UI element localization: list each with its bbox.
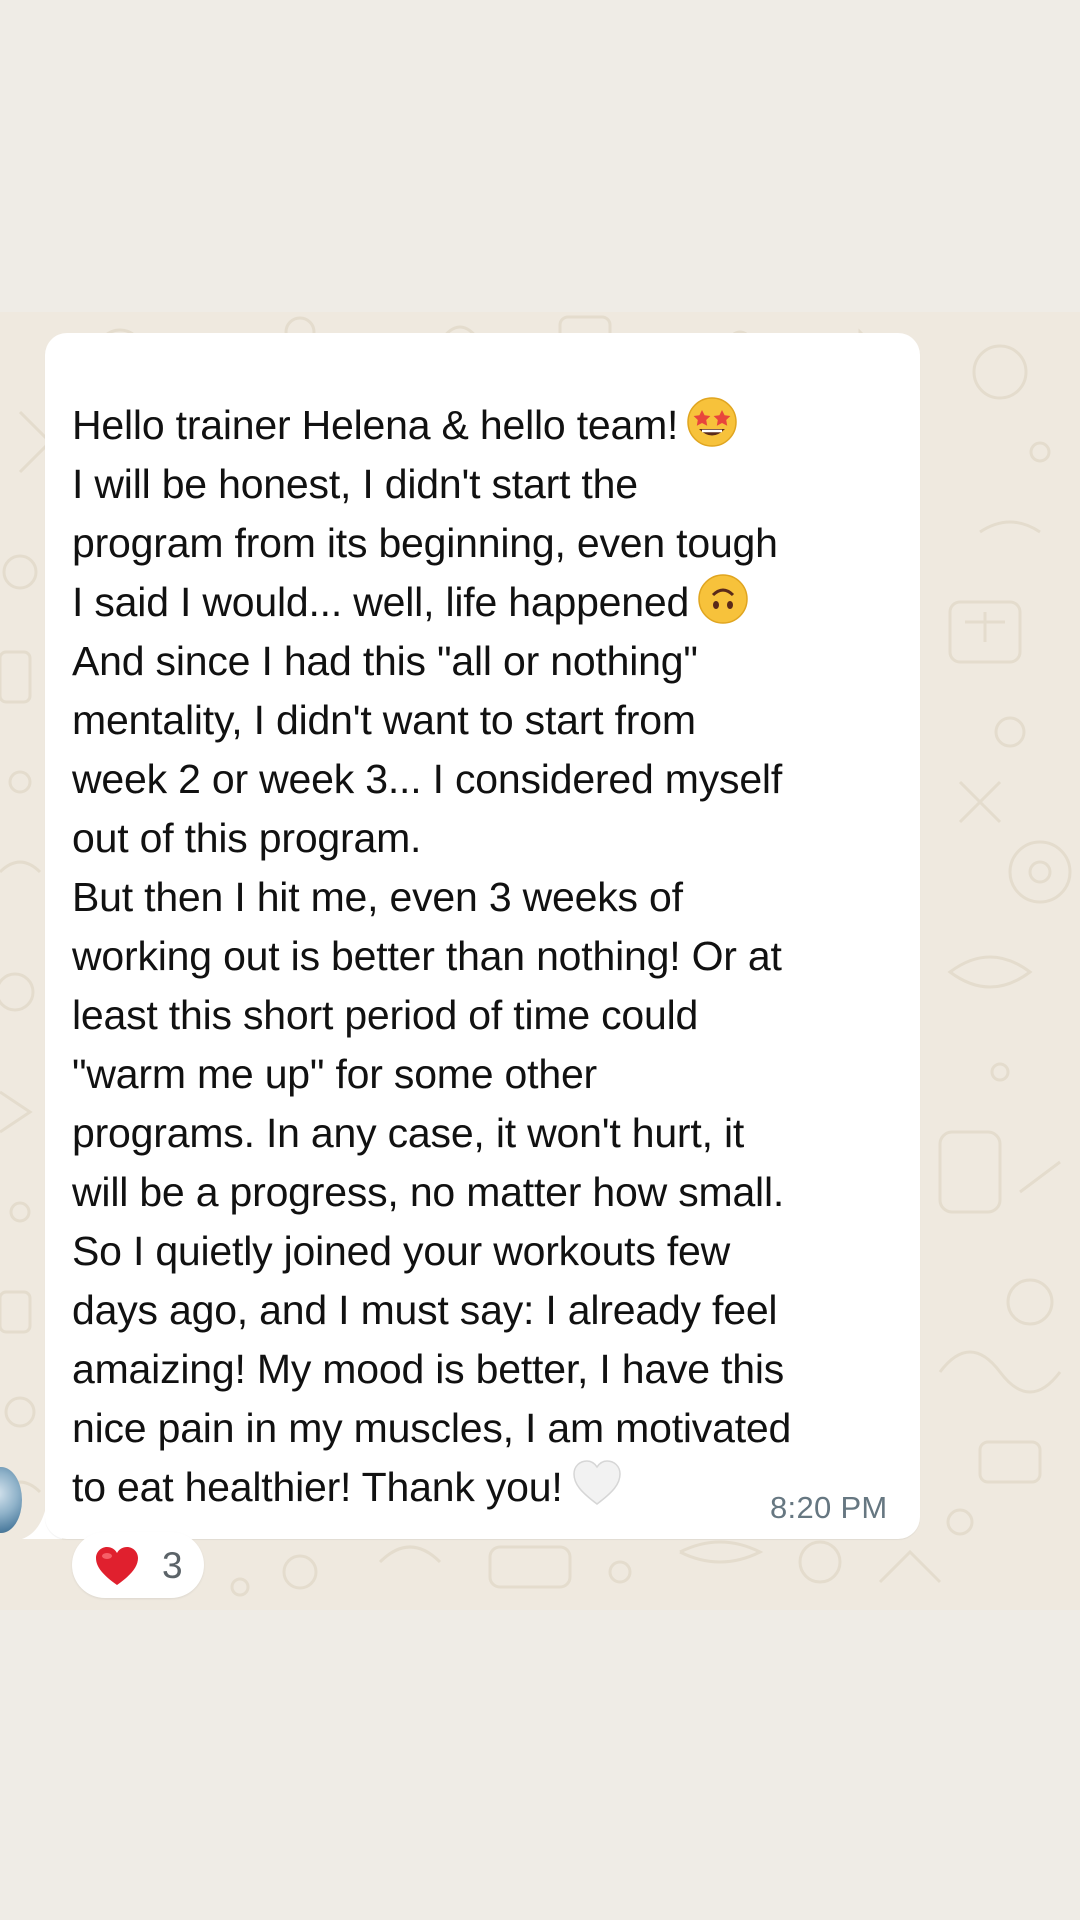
message-line: nice pain in my muscles, I am motivated [72, 1405, 792, 1451]
message-line: program from its beginning, even tough [72, 520, 778, 566]
reaction-count: 3 [162, 1545, 183, 1586]
message-line: "warm me up" for some other [72, 1051, 597, 1097]
message-line: programs. In any case, it won't hurt, it [72, 1110, 745, 1156]
message-line: I will be honest, I didn't start the [72, 461, 638, 507]
message-line: And since I had this "all or nothing" [72, 638, 698, 684]
message-line: week 2 or week 3... I considered myself [72, 756, 783, 802]
message-line: days ago, and I must say: I already feel [72, 1287, 778, 1333]
message-line: Hello trainer Helena & hello team! [72, 396, 902, 455]
message-line: amaizing! My mood is better, I have this [72, 1346, 785, 1392]
message-line: But then I hit me, even 3 weeks of [72, 874, 683, 920]
message-line: So I quietly joined your workouts few [72, 1228, 731, 1274]
message-line: least this short period of time could [72, 992, 699, 1038]
message-line: out of this program. [72, 815, 422, 861]
reaction-pill[interactable]: 3 [72, 1532, 204, 1598]
message-line: I said I would... well, life happened [72, 573, 902, 632]
message-text: Hello trainer Helena & hello team! I wil… [72, 396, 902, 1517]
message-timestamp: 8:20 PM [770, 1490, 888, 1525]
white-heart-emoji-icon [572, 1460, 621, 1505]
message-line: working out is better than nothing! Or a… [72, 933, 782, 979]
star-struck-emoji-icon [687, 397, 737, 447]
message-line: mentality, I didn't want to start from [72, 697, 696, 743]
message-line: will be a progress, no matter how small. [72, 1169, 785, 1215]
red-heart-icon [96, 1547, 138, 1585]
upside-down-face-emoji-icon [698, 574, 748, 624]
